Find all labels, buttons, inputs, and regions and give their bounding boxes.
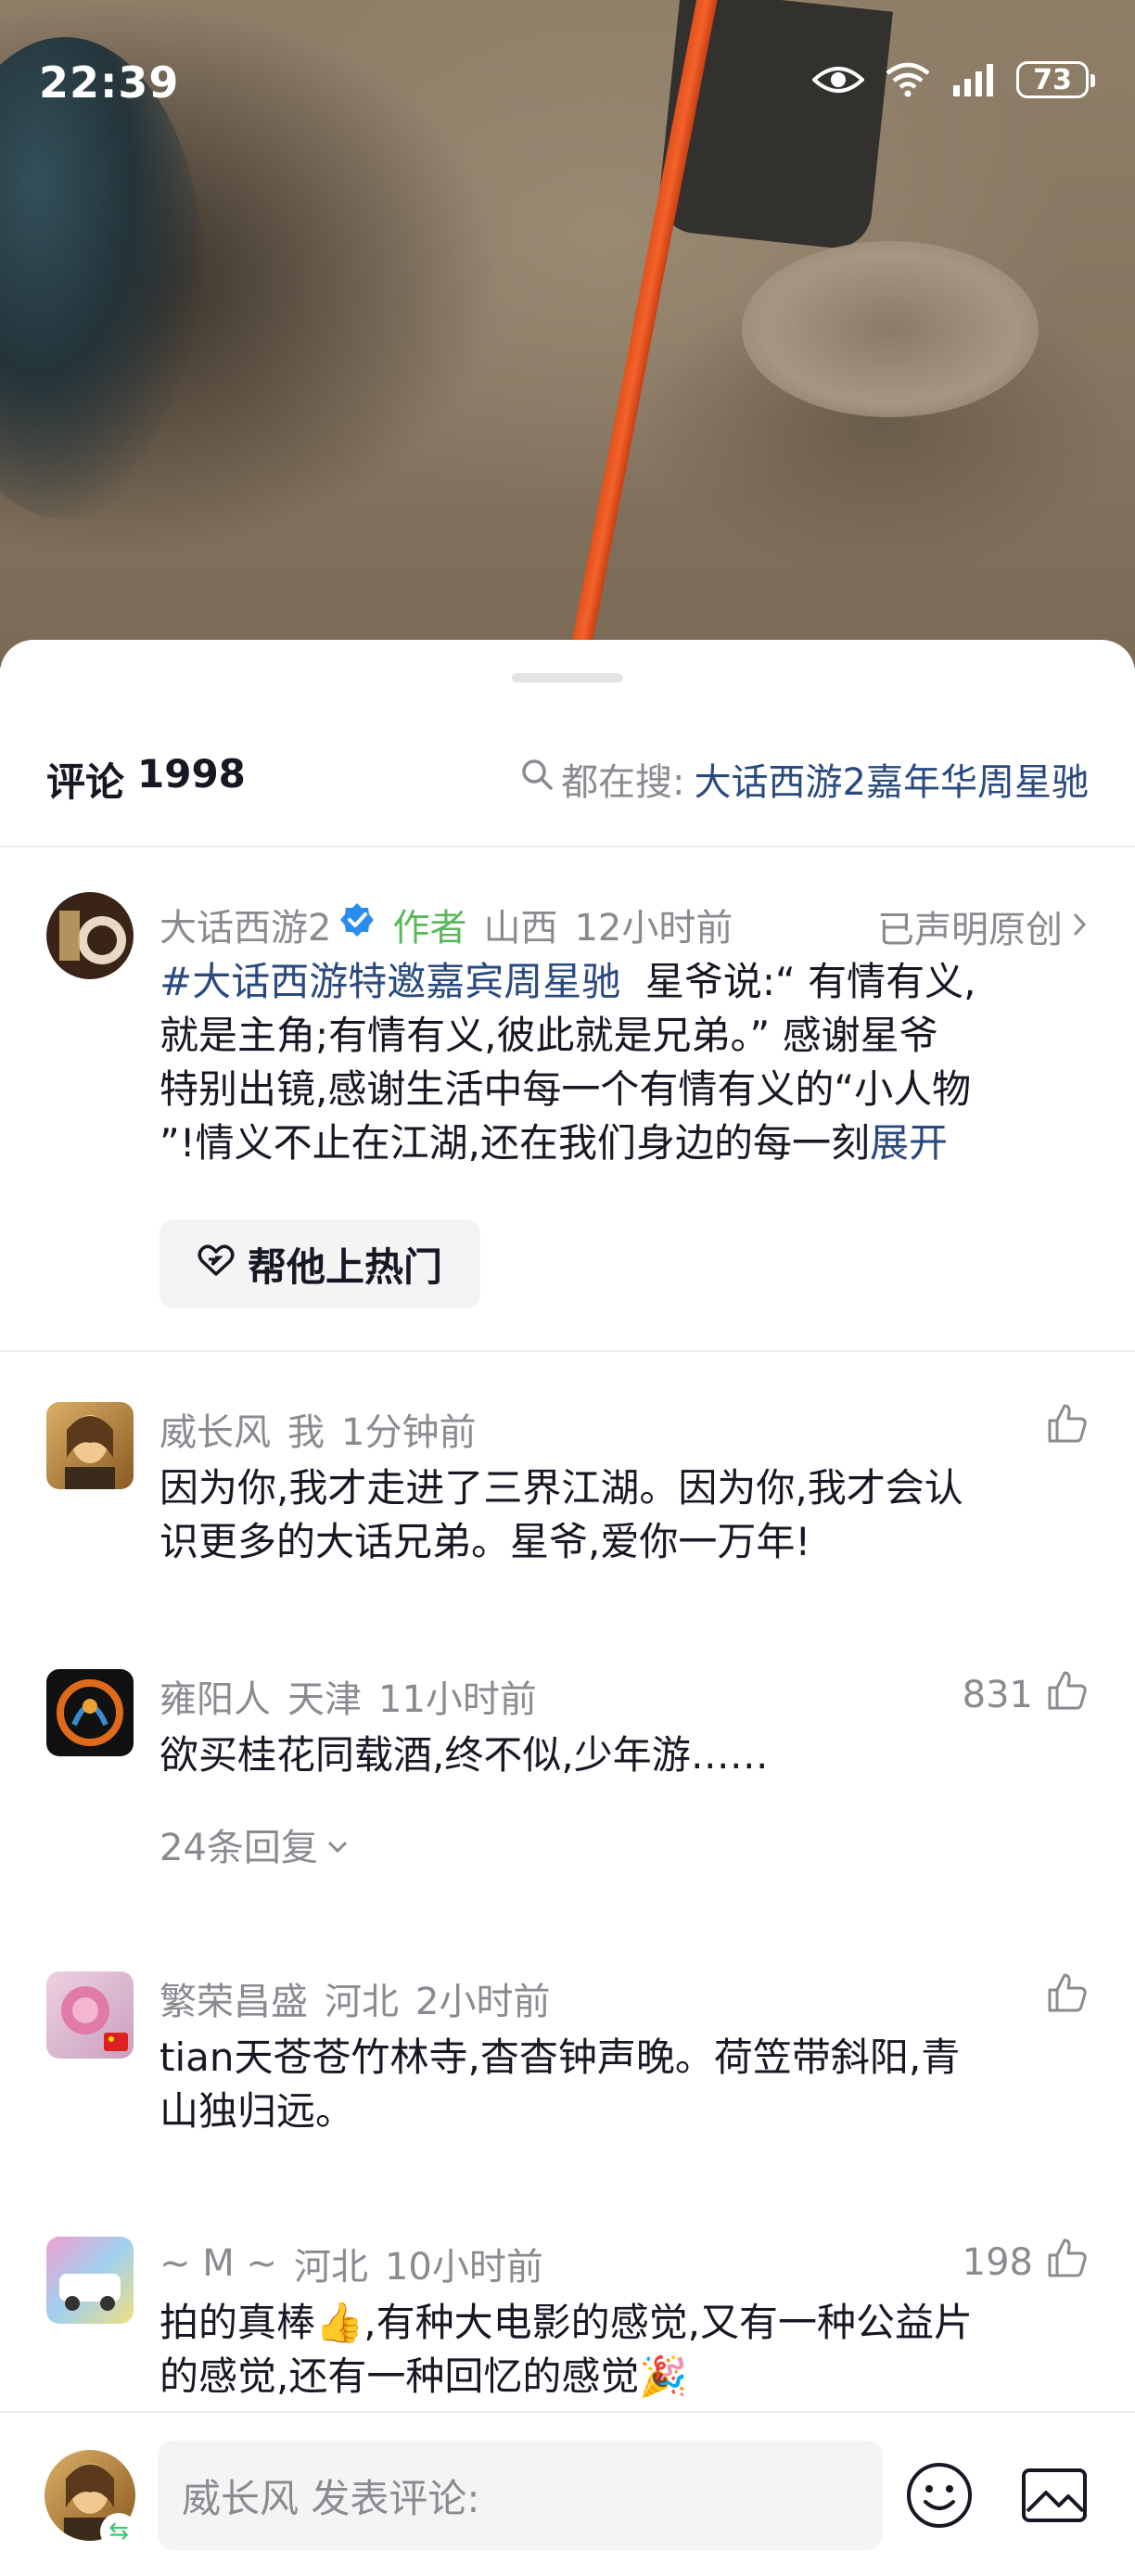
replies-label: 24条回复: [159, 1827, 318, 1869]
comments-label: 评论: [46, 759, 125, 805]
comment-text-line: tian天苍苍竹林寺,杳杳钟声晚。荷笠带斜阳,青: [159, 2034, 961, 2080]
comment-input-placeholder: 威长风 发表评论:: [182, 2475, 480, 2521]
divider: [0, 1350, 1135, 1352]
comment-input[interactable]: 威长风 发表评论:: [158, 2441, 883, 2550]
comment-author[interactable]: 雍阳人: [159, 1669, 271, 1723]
author-post-line-1-text: 星爷说:“ 有情有义,: [644, 959, 976, 1004]
author-post-time: 12小时前: [574, 907, 733, 950]
like-button[interactable]: [1033, 1971, 1089, 2023]
comment-location: 河北: [325, 1981, 399, 2023]
comment-text: tian天苍苍竹林寺,杳杳钟声晚。荷笠带斜阳,青 山独归远。: [159, 2031, 1087, 2138]
author-post-line-2: 就是主角;有情有义,彼此就是兄弟。” 感谢星爷: [159, 1013, 938, 1058]
comment-time: 2小时前: [415, 1981, 551, 2023]
chevron-right-icon: [1070, 905, 1089, 948]
like-button[interactable]: 831: [963, 1669, 1089, 1721]
eye-icon: [812, 63, 864, 96]
drag-handle[interactable]: [512, 673, 623, 682]
expand-link[interactable]: 展开: [870, 1120, 948, 1166]
author-post-meta: 大话西游2 作者 山西 12小时前: [159, 898, 733, 951]
comments-number: 1998: [137, 750, 246, 797]
input-actions: [905, 2461, 1089, 2533]
comment-avatar[interactable]: [46, 2237, 134, 2324]
comment-location: 河北: [293, 2246, 368, 2289]
image-icon[interactable]: [1020, 2461, 1089, 2533]
comment-text-line: 拍的真棒👍,有种大电影的感觉,又有一种公益片: [159, 2300, 973, 2345]
thumbs-up-icon: [1046, 1669, 1089, 1721]
comment-text-line: 山独归远。: [159, 2088, 355, 2134]
comment-text-line: 识更多的大话兄弟。星爷,爱你一万年!: [159, 1519, 811, 1564]
comment-meta: 雍阳人 天津 11小时前: [159, 1669, 537, 1723]
comment-text-line: 因为你,我才走进了三界江湖。因为你,我才会认: [159, 1465, 963, 1511]
heart-plus-icon: [198, 1242, 235, 1287]
comment-input-bar: ⇆ 威长风 发表评论:: [0, 2411, 1135, 2576]
comment-author[interactable]: ~ M ~: [159, 2242, 277, 2285]
comment-text: 因为你,我才走进了三界江湖。因为你,我才会认 识更多的大话兄弟。星爷,爱你一万年…: [159, 1461, 1087, 1569]
comment-text: 欲买桂花同载酒,终不似,少年游……: [159, 1728, 1087, 1782]
comment-meta: 繁荣昌盛 河北 2小时前: [159, 1971, 550, 2025]
comment-avatar[interactable]: [46, 1669, 134, 1756]
comment-self-tag: 我: [287, 1411, 325, 1454]
comment-count: 评论 1998: [46, 751, 246, 808]
comment-author[interactable]: 繁荣昌盛: [159, 1971, 308, 2025]
wifi-icon: [885, 62, 931, 97]
view-replies-button[interactable]: 24条回复: [159, 1817, 350, 1871]
comment-meta: 威长风 我 1分钟前: [159, 1402, 476, 1456]
emoji-icon[interactable]: [905, 2461, 974, 2533]
comment-time: 11小时前: [378, 1678, 537, 1721]
thumbs-up-icon: [1046, 1402, 1089, 1454]
comment-author[interactable]: 威长风: [159, 1402, 271, 1456]
verified-icon: [338, 901, 376, 948]
status-bar: 22:39 73: [0, 0, 1135, 167]
like-button[interactable]: 198: [963, 2237, 1089, 2289]
declared-original[interactable]: 已声明原创: [877, 899, 1089, 953]
comment-time: 1分钟前: [341, 1411, 477, 1454]
battery-indicator: 73: [1016, 61, 1095, 98]
declared-original-label: 已声明原创: [877, 909, 1063, 951]
status-icons: 73: [812, 61, 1095, 98]
author-post-line-4-text: ”!情义不止在江湖,还在我们身边的每一刻: [159, 1120, 870, 1166]
author-post-line-4: ”!情义不止在江湖,还在我们身边的每一刻展开: [159, 1116, 1087, 1170]
boost-button[interactable]: 帮他上热门: [159, 1219, 480, 1308]
like-count: 831: [962, 1674, 1033, 1716]
comment-meta: ~ M ~ 河北 10小时前: [159, 2237, 543, 2290]
comment-time: 10小时前: [384, 2246, 543, 2289]
author-post-text: #大话西游特邀嘉宾周星驰 星爷说:“ 有情有义, 就是主角;有情有义,彼此就是兄…: [159, 955, 1087, 1170]
switch-account-icon[interactable]: ⇆: [100, 2513, 137, 2550]
sheet-header: 评论 1998 都在搜: 大话西游2嘉年华周星驰: [46, 751, 1089, 807]
comment-text: 拍的真棒👍,有种大电影的感觉,又有一种公益片 的感觉,还有一种回忆的感觉🎉: [159, 2296, 1087, 2404]
author-name[interactable]: 大话西游2: [159, 898, 331, 951]
comment-location: 天津: [287, 1678, 362, 1721]
author-post-line-1: #大话西游特邀嘉宾周星驰 星爷说:“ 有情有义,: [159, 955, 1087, 1009]
search-icon: [520, 758, 554, 800]
author-avatar[interactable]: [46, 892, 134, 979]
comment-avatar[interactable]: [46, 1971, 134, 2059]
author-location: 山西: [483, 907, 558, 950]
hashtag-link[interactable]: #大话西游特邀嘉宾周星驰: [159, 959, 620, 1004]
thumbs-up-icon: [1046, 2237, 1089, 2289]
author-tag: 作者: [392, 907, 467, 950]
comment-sheet: 评论 1998 都在搜: 大话西游2嘉年华周星驰 大话西游2 作者 山西 12小…: [0, 640, 1135, 2574]
thumbs-up-icon: [1046, 1971, 1089, 2023]
comment-text-line: 欲买桂花同载酒,终不似,少年游……: [159, 1732, 769, 1778]
like-count: 198: [962, 2241, 1033, 2284]
status-time: 22:39: [39, 57, 180, 108]
comment-avatar[interactable]: [46, 1402, 134, 1489]
divider: [0, 846, 1135, 848]
search-suggestion[interactable]: 都在搜: 大话西游2嘉年华周星驰: [520, 752, 1089, 806]
signal-icon: [951, 63, 996, 96]
search-term-link[interactable]: 大话西游2嘉年华周星驰: [695, 752, 1089, 806]
comment-text-line: 的感觉,还有一种回忆的感觉🎉: [159, 2353, 688, 2399]
chevron-down-icon: [325, 1823, 350, 1866]
search-prefix: 都在搜:: [561, 761, 685, 804]
boost-label: 帮他上热门: [247, 1243, 442, 1290]
video-water-splash: [742, 241, 1039, 417]
author-post-line-3: 特别出镜,感谢生活中每一个有情有义的“小人物: [159, 1066, 972, 1112]
like-button[interactable]: [1033, 1402, 1089, 1454]
